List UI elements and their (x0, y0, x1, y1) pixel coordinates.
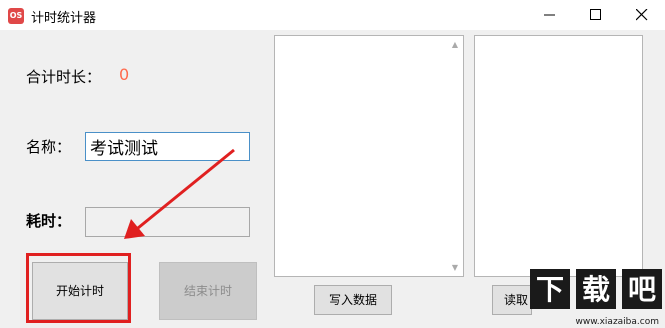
watermark-url: www.xiazaiba.com (575, 317, 659, 327)
svg-text:下: 下 (536, 273, 564, 306)
svg-text:载: 载 (582, 273, 610, 306)
watermark-logo: 下 载 吧 (530, 269, 662, 309)
svg-text:吧: 吧 (628, 273, 656, 306)
